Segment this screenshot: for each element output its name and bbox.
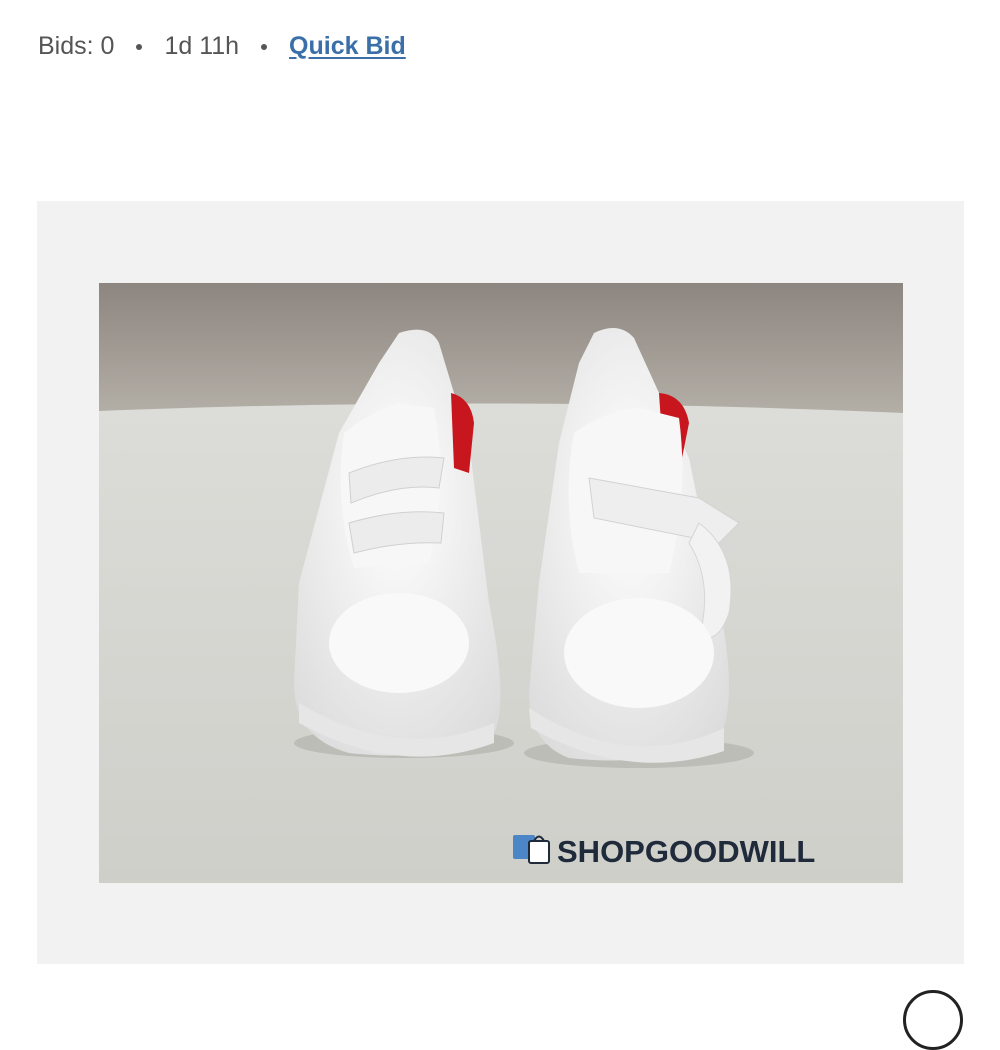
listing-meta-bar: Bids: 0 1d 11h Quick Bid — [38, 28, 406, 64]
separator-dot — [261, 44, 268, 50]
product-photo[interactable]: SHOPGOODWILL — [99, 283, 903, 883]
circle-button-icon[interactable] — [903, 990, 963, 1050]
separator-dot — [136, 44, 143, 50]
time-left: 1d 11h — [164, 31, 240, 60]
watermark-text: SHOPGOODWILL — [557, 834, 815, 869]
shopping-bag-icon — [513, 835, 550, 864]
quick-bid-link[interactable]: Quick Bid — [289, 32, 406, 61]
shopgoodwill-watermark: SHOPGOODWILL — [513, 834, 815, 869]
bids-count: Bids: 0 — [38, 31, 115, 60]
